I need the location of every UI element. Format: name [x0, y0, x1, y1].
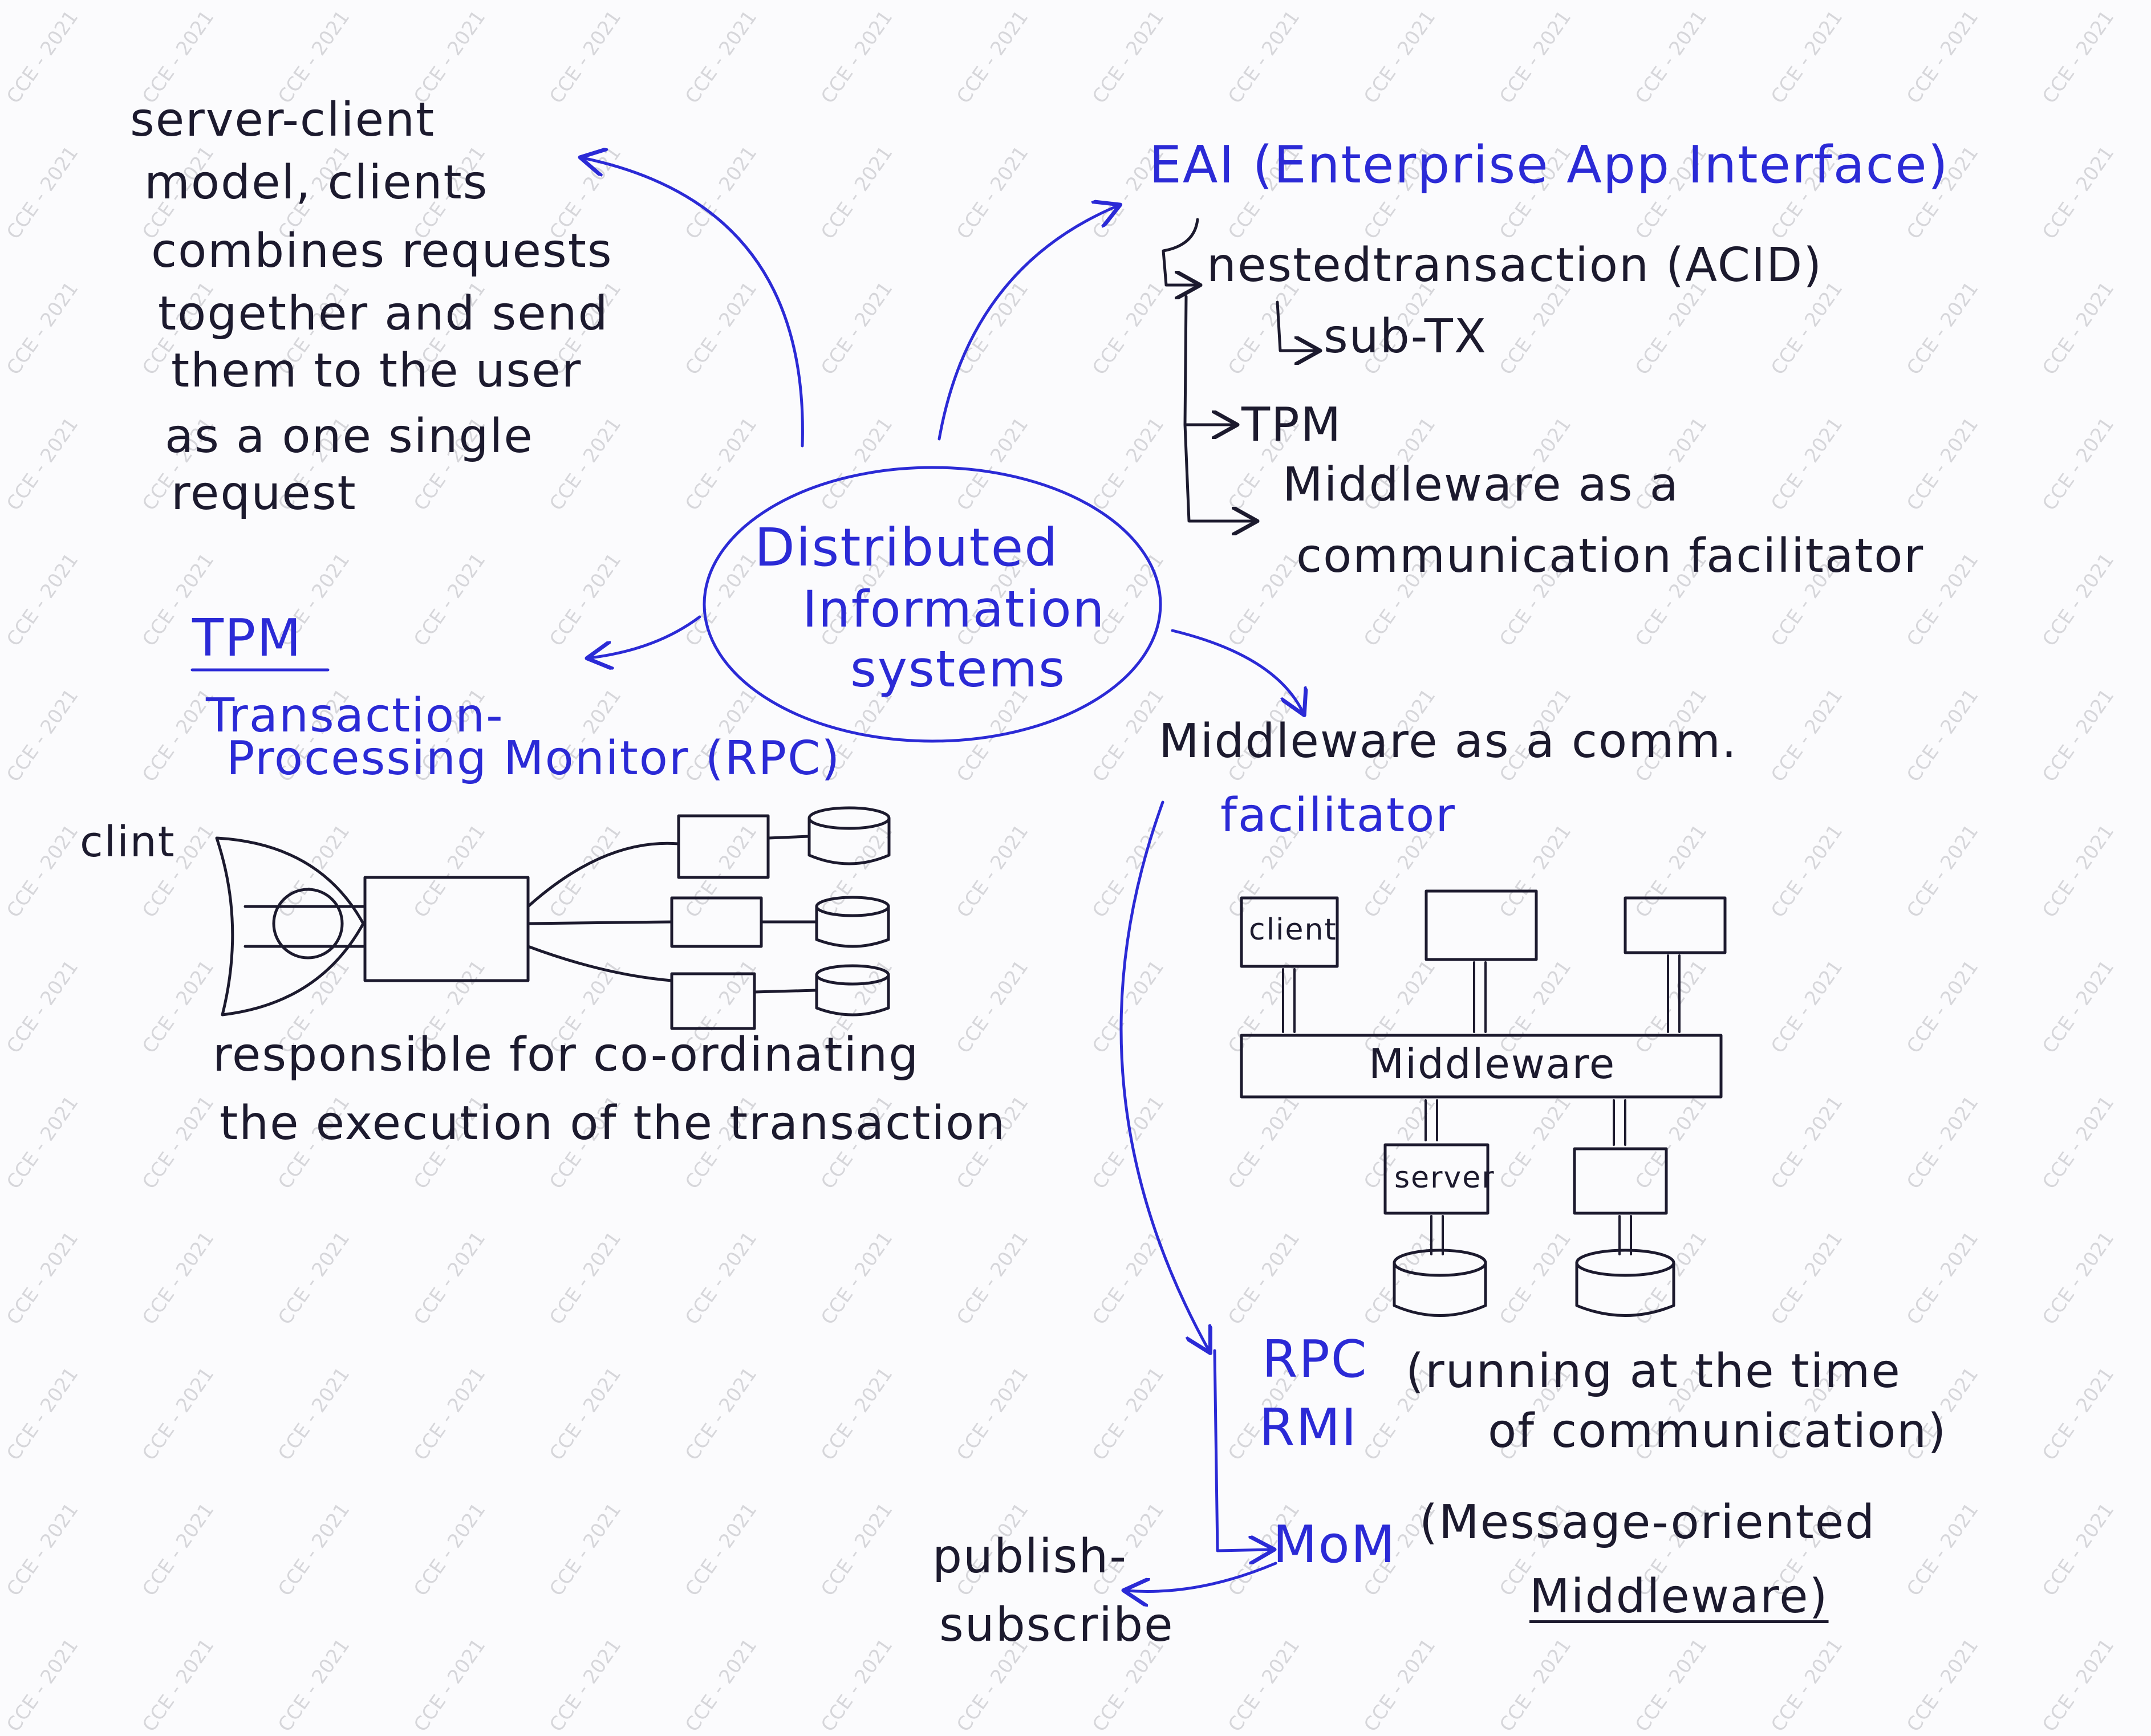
eai-item: communication facilitator	[1296, 529, 1925, 583]
pubsub-label: subscribe	[939, 1598, 1174, 1652]
arrow-to-eai	[937, 206, 1118, 441]
arrow-to-server-client	[583, 158, 804, 448]
rpc-note: (running at the time	[1406, 1344, 1901, 1398]
client-box	[1624, 896, 1727, 954]
server-client-line: server-client	[130, 93, 436, 147]
database-icon	[807, 806, 891, 865]
rpc-label: RPC	[1262, 1330, 1368, 1389]
resource-box	[677, 814, 770, 879]
center-line: Information	[802, 580, 1106, 639]
server-box-label: server	[1394, 1161, 1495, 1195]
server-box	[1573, 1147, 1668, 1215]
tpm-description: the execution of the transaction	[220, 1096, 1006, 1150]
rpc-note: of communication)	[1488, 1404, 1947, 1458]
resource-box	[670, 896, 763, 948]
eai-title: EAI (Enterprise App Interface)	[1149, 135, 1949, 195]
eai-bracket	[1162, 218, 1198, 285]
mom-label: MoM	[1273, 1515, 1397, 1575]
server-client-line: as a one single	[165, 409, 534, 464]
server-client-line: combines requests	[151, 224, 613, 278]
client-box	[1424, 889, 1538, 961]
eai-branch	[1183, 295, 1235, 425]
middleware-title-2: facilitator	[1220, 788, 1456, 843]
client-box-label: client	[1249, 913, 1337, 947]
database-icon	[815, 896, 890, 948]
subtx-arrow	[1276, 300, 1317, 351]
arrow-to-tpm	[590, 615, 701, 658]
resource-box	[670, 972, 756, 1030]
center-line: Distributed	[754, 517, 1059, 578]
eai-item: nestedtransaction (ACID)	[1207, 238, 1823, 292]
mom-note: (Message-oriented	[1419, 1495, 1876, 1550]
mom-note: Middleware)	[1529, 1570, 1829, 1624]
middleware-title: Middleware as a comm.	[1159, 714, 1738, 769]
arrow-to-middleware	[1171, 629, 1303, 713]
database-icon	[815, 964, 890, 1017]
tpm-box	[363, 876, 530, 982]
server-client-line: together and send	[158, 287, 609, 341]
eai-item: Middleware as a	[1283, 458, 1679, 512]
server-client-line: request	[171, 466, 357, 521]
middleware-bar-label: Middleware	[1369, 1040, 1616, 1088]
pubsub-label: publish-	[932, 1530, 1127, 1584]
tpm-title: TPM	[192, 608, 302, 668]
server-client-line: them to the user	[171, 344, 582, 398]
arrow-to-rpc	[1119, 800, 1209, 1351]
client-label: clint	[80, 818, 176, 867]
tpm-expansion: Processing Monitor (RPC)	[226, 731, 841, 786]
database-icon	[1575, 1249, 1675, 1317]
arrow-to-pubsub	[1126, 1562, 1277, 1591]
rmi-label: RMI	[1259, 1398, 1358, 1458]
center-line: systems	[850, 640, 1066, 698]
tpm-description: responsible for co-ordinating	[213, 1028, 920, 1082]
eai-item: TPM	[1241, 398, 1342, 452]
eai-item: sub-TX	[1324, 310, 1488, 364]
server-client-line: model, clients	[144, 156, 489, 210]
database-icon	[1393, 1249, 1487, 1317]
